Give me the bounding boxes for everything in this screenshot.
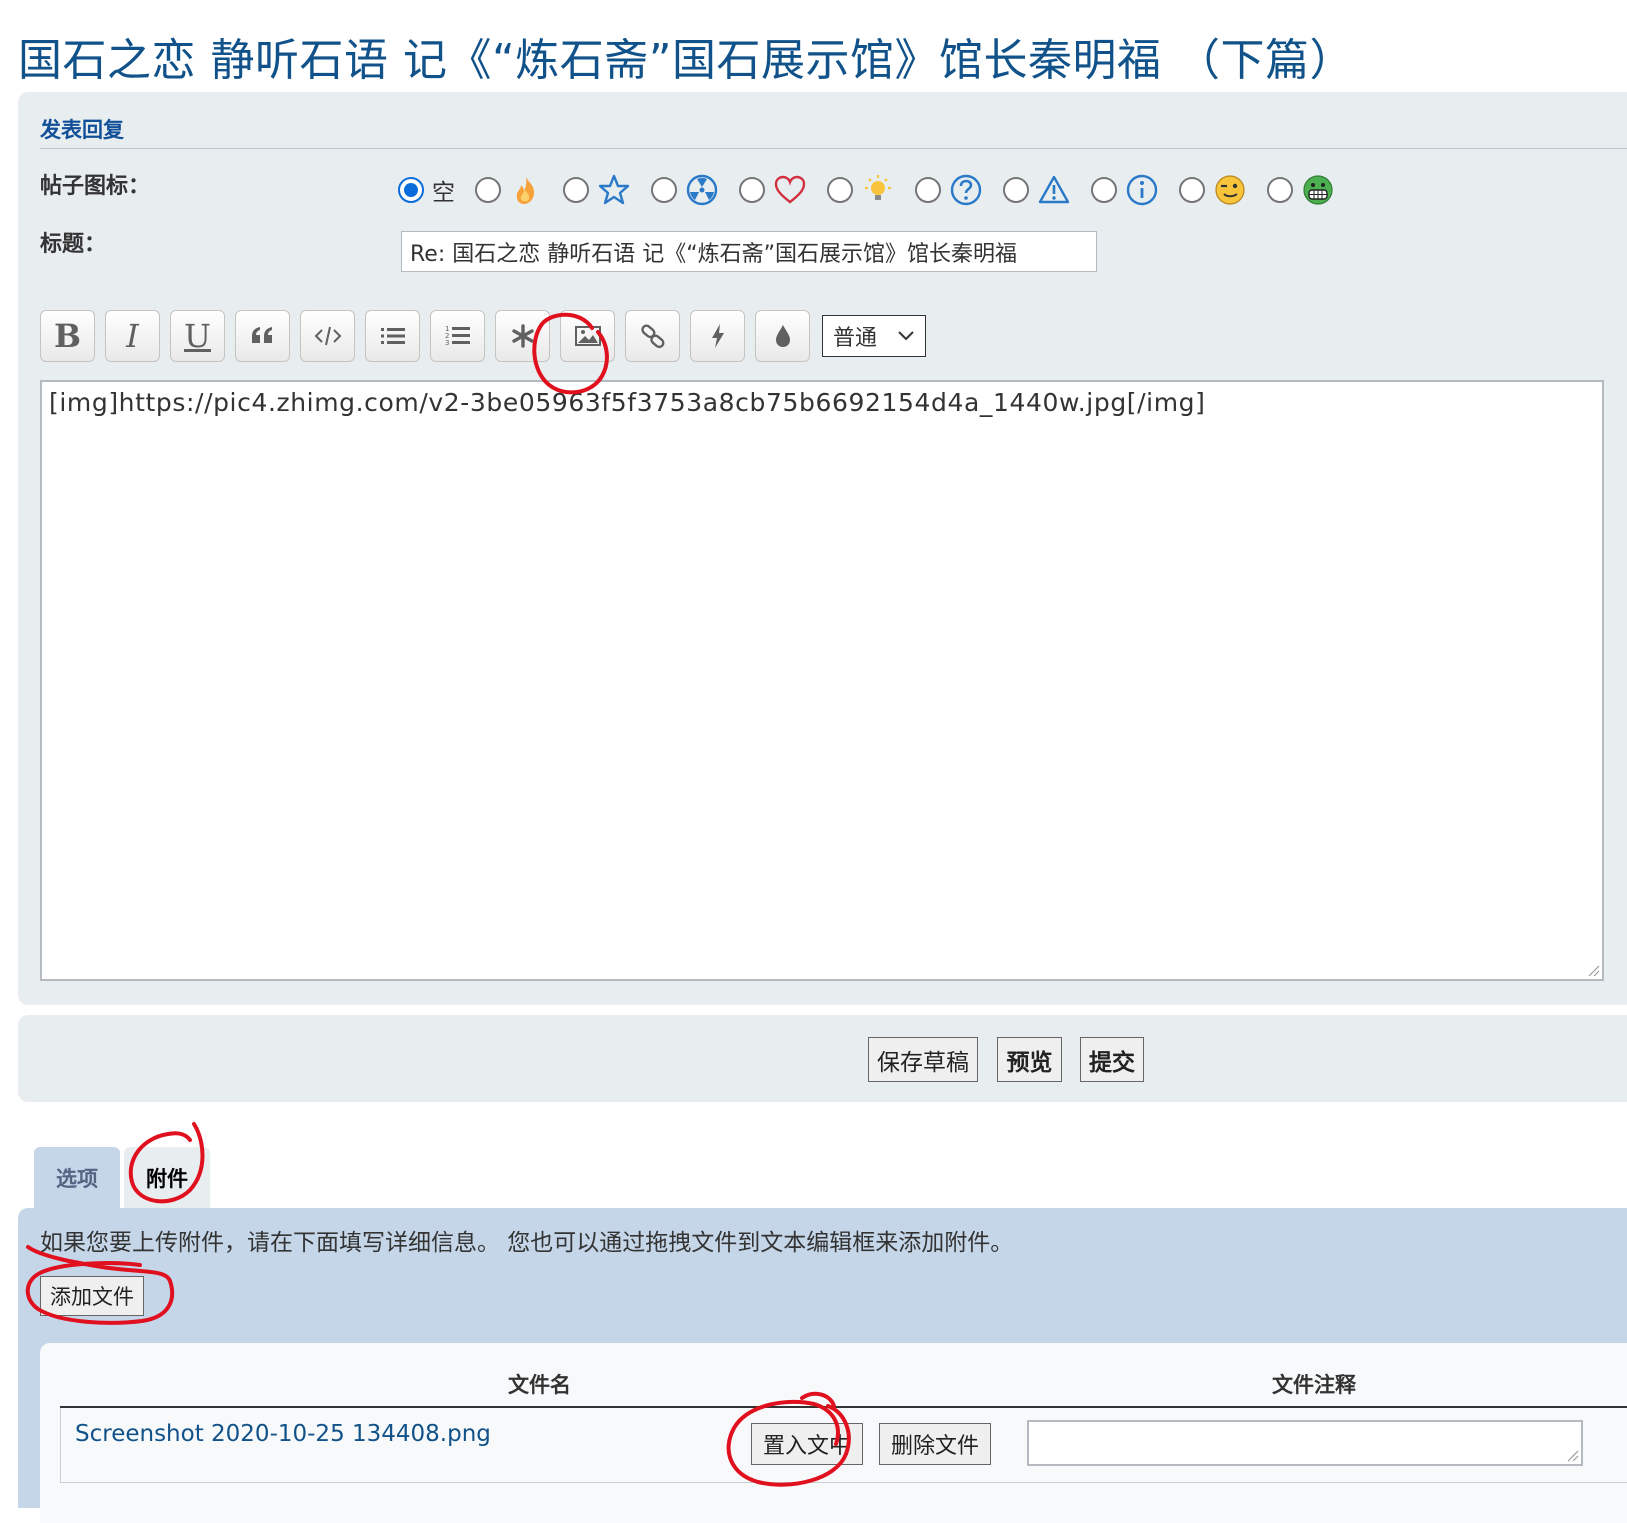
- bbcode-toolbar: B I U 123 普通: [40, 310, 926, 362]
- column-header-comment: 文件注释: [1272, 1373, 1356, 1397]
- code-button[interactable]: [300, 310, 355, 362]
- insert-link-button[interactable]: [625, 310, 680, 362]
- warning-icon: [1038, 175, 1070, 204]
- asterisk-icon: [511, 324, 534, 348]
- droplet-icon: [775, 325, 790, 347]
- quote-icon: [251, 327, 272, 343]
- italic-label: I: [126, 317, 139, 355]
- section-divider: [40, 148, 1627, 149]
- post-icon-option-none[interactable]: 空: [398, 173, 455, 207]
- post-icon-options: 空: [398, 170, 1355, 210]
- place-inline-button[interactable]: 置入文中: [751, 1423, 863, 1465]
- radio-button[interactable]: [398, 177, 424, 203]
- info-icon: [1126, 174, 1158, 206]
- radio-button[interactable]: [651, 177, 677, 203]
- bold-label: B: [53, 317, 82, 355]
- post-icon-option-radioactive[interactable]: [651, 173, 719, 207]
- bold-button[interactable]: B: [40, 310, 95, 362]
- insert-image-button[interactable]: [560, 310, 615, 362]
- star-icon: [598, 174, 630, 205]
- quote-button[interactable]: [235, 310, 290, 362]
- page-title: 国石之恋 静听石语 记《“炼石斋”国石展示馆》馆长秦明福 （下篇）: [18, 35, 1355, 86]
- radio-button[interactable]: [739, 177, 765, 203]
- delete-file-button[interactable]: 删除文件: [879, 1423, 991, 1465]
- smiley-wink-icon: [1215, 175, 1245, 205]
- svg-text:3: 3: [445, 339, 449, 347]
- post-icon-label: 帖子图标：: [40, 174, 151, 199]
- message-textarea[interactable]: [img]https://pic4.zhimg.com/v2-3be05963f…: [40, 380, 1604, 981]
- radio-button[interactable]: [475, 177, 501, 203]
- italic-button[interactable]: I: [105, 310, 160, 362]
- save-draft-button[interactable]: 保存草稿: [868, 1037, 978, 1082]
- link-icon: [640, 324, 664, 349]
- tab-attachments[interactable]: 附件: [124, 1147, 210, 1209]
- post-icon-option-smiley-wink[interactable]: [1179, 173, 1247, 207]
- lightning-icon: [711, 324, 724, 348]
- radio-button[interactable]: [1003, 177, 1029, 203]
- underline-button[interactable]: U: [170, 310, 225, 362]
- resize-handle-icon[interactable]: [1586, 963, 1600, 977]
- post-icon-option-info[interactable]: [1091, 173, 1159, 207]
- tab-options[interactable]: 选项: [34, 1147, 120, 1209]
- fire-icon: [516, 177, 535, 204]
- attachment-filename-link[interactable]: Screenshot 2020-10-25 134408.png: [75, 1421, 491, 1447]
- subject-label: 标题：: [40, 232, 107, 257]
- post-icon-option-question[interactable]: [915, 173, 983, 207]
- resize-handle-icon[interactable]: [1565, 1448, 1579, 1462]
- numbered-list-button[interactable]: 123: [430, 310, 485, 362]
- attachments-info-text: 如果您要上传附件，请在下面填写详细信息。 您也可以通过拖拽文件到文本编辑框来添加…: [40, 1230, 1014, 1256]
- font-size-select[interactable]: 普通: [822, 315, 926, 357]
- post-icon-option-fire[interactable]: [475, 173, 543, 207]
- preview-button[interactable]: 预览: [997, 1037, 1062, 1082]
- column-header-filename: 文件名: [508, 1373, 571, 1397]
- list-item-button[interactable]: [495, 310, 550, 362]
- lightbulb-icon: [865, 175, 891, 200]
- table-row: Screenshot 2020-10-25 134408.png 置入文中 删除…: [60, 1408, 1627, 1483]
- add-file-button[interactable]: 添加文件: [40, 1276, 144, 1316]
- submit-panel: 保存草稿 预览 提交: [18, 1015, 1627, 1102]
- section-heading: 发表回复: [40, 118, 124, 142]
- post-icon-option-star[interactable]: [563, 173, 631, 207]
- radio-button[interactable]: [1267, 177, 1293, 203]
- subject-input[interactable]: Re: 国石之恋 静听石语 记《“炼石斋”国石展示馆》馆长秦明福: [401, 231, 1097, 272]
- heart-icon: [774, 175, 806, 204]
- radio-button[interactable]: [1091, 177, 1117, 203]
- font-size-value: 普通: [833, 326, 878, 351]
- font-color-button[interactable]: [755, 310, 810, 362]
- bullet-list-button[interactable]: [365, 310, 420, 362]
- radio-button[interactable]: [827, 177, 853, 203]
- question-icon: [950, 174, 982, 206]
- post-icon-option-smiley-grin[interactable]: [1267, 173, 1335, 207]
- underline-label: U: [184, 317, 211, 355]
- message-content: [img]https://pic4.zhimg.com/v2-3be05963f…: [49, 388, 1206, 417]
- bullet-list-icon: [380, 328, 405, 344]
- post-reply-panel: 发表回复 帖子图标： 空 标题： Re: 国石之恋 静听石语 记《“炼石斋”国石…: [18, 92, 1627, 1005]
- flash-button[interactable]: [690, 310, 745, 362]
- radioactive-icon: [686, 174, 718, 206]
- radio-button[interactable]: [563, 177, 589, 203]
- post-icon-option-heart[interactable]: [739, 173, 807, 207]
- image-icon: [574, 326, 601, 346]
- post-icon-none-label: 空: [432, 180, 455, 206]
- post-icon-option-warning[interactable]: [1003, 173, 1071, 207]
- radio-button[interactable]: [915, 177, 941, 203]
- smiley-grin-icon: [1303, 175, 1333, 205]
- chevron-down-icon: [898, 331, 914, 341]
- attachments-panel: 如果您要上传附件，请在下面填写详细信息。 您也可以通过拖拽文件到文本编辑框来添加…: [18, 1208, 1627, 1523]
- radio-button[interactable]: [1179, 177, 1205, 203]
- file-list-panel: 文件名 文件注释 Screenshot 2020-10-25 134408.pn…: [40, 1343, 1627, 1523]
- post-icon-option-lightbulb[interactable]: [827, 173, 895, 207]
- submit-button[interactable]: 提交: [1080, 1037, 1144, 1082]
- file-comment-input[interactable]: [1027, 1420, 1583, 1466]
- numbered-list-icon: 123: [445, 325, 470, 347]
- code-icon: [314, 326, 341, 346]
